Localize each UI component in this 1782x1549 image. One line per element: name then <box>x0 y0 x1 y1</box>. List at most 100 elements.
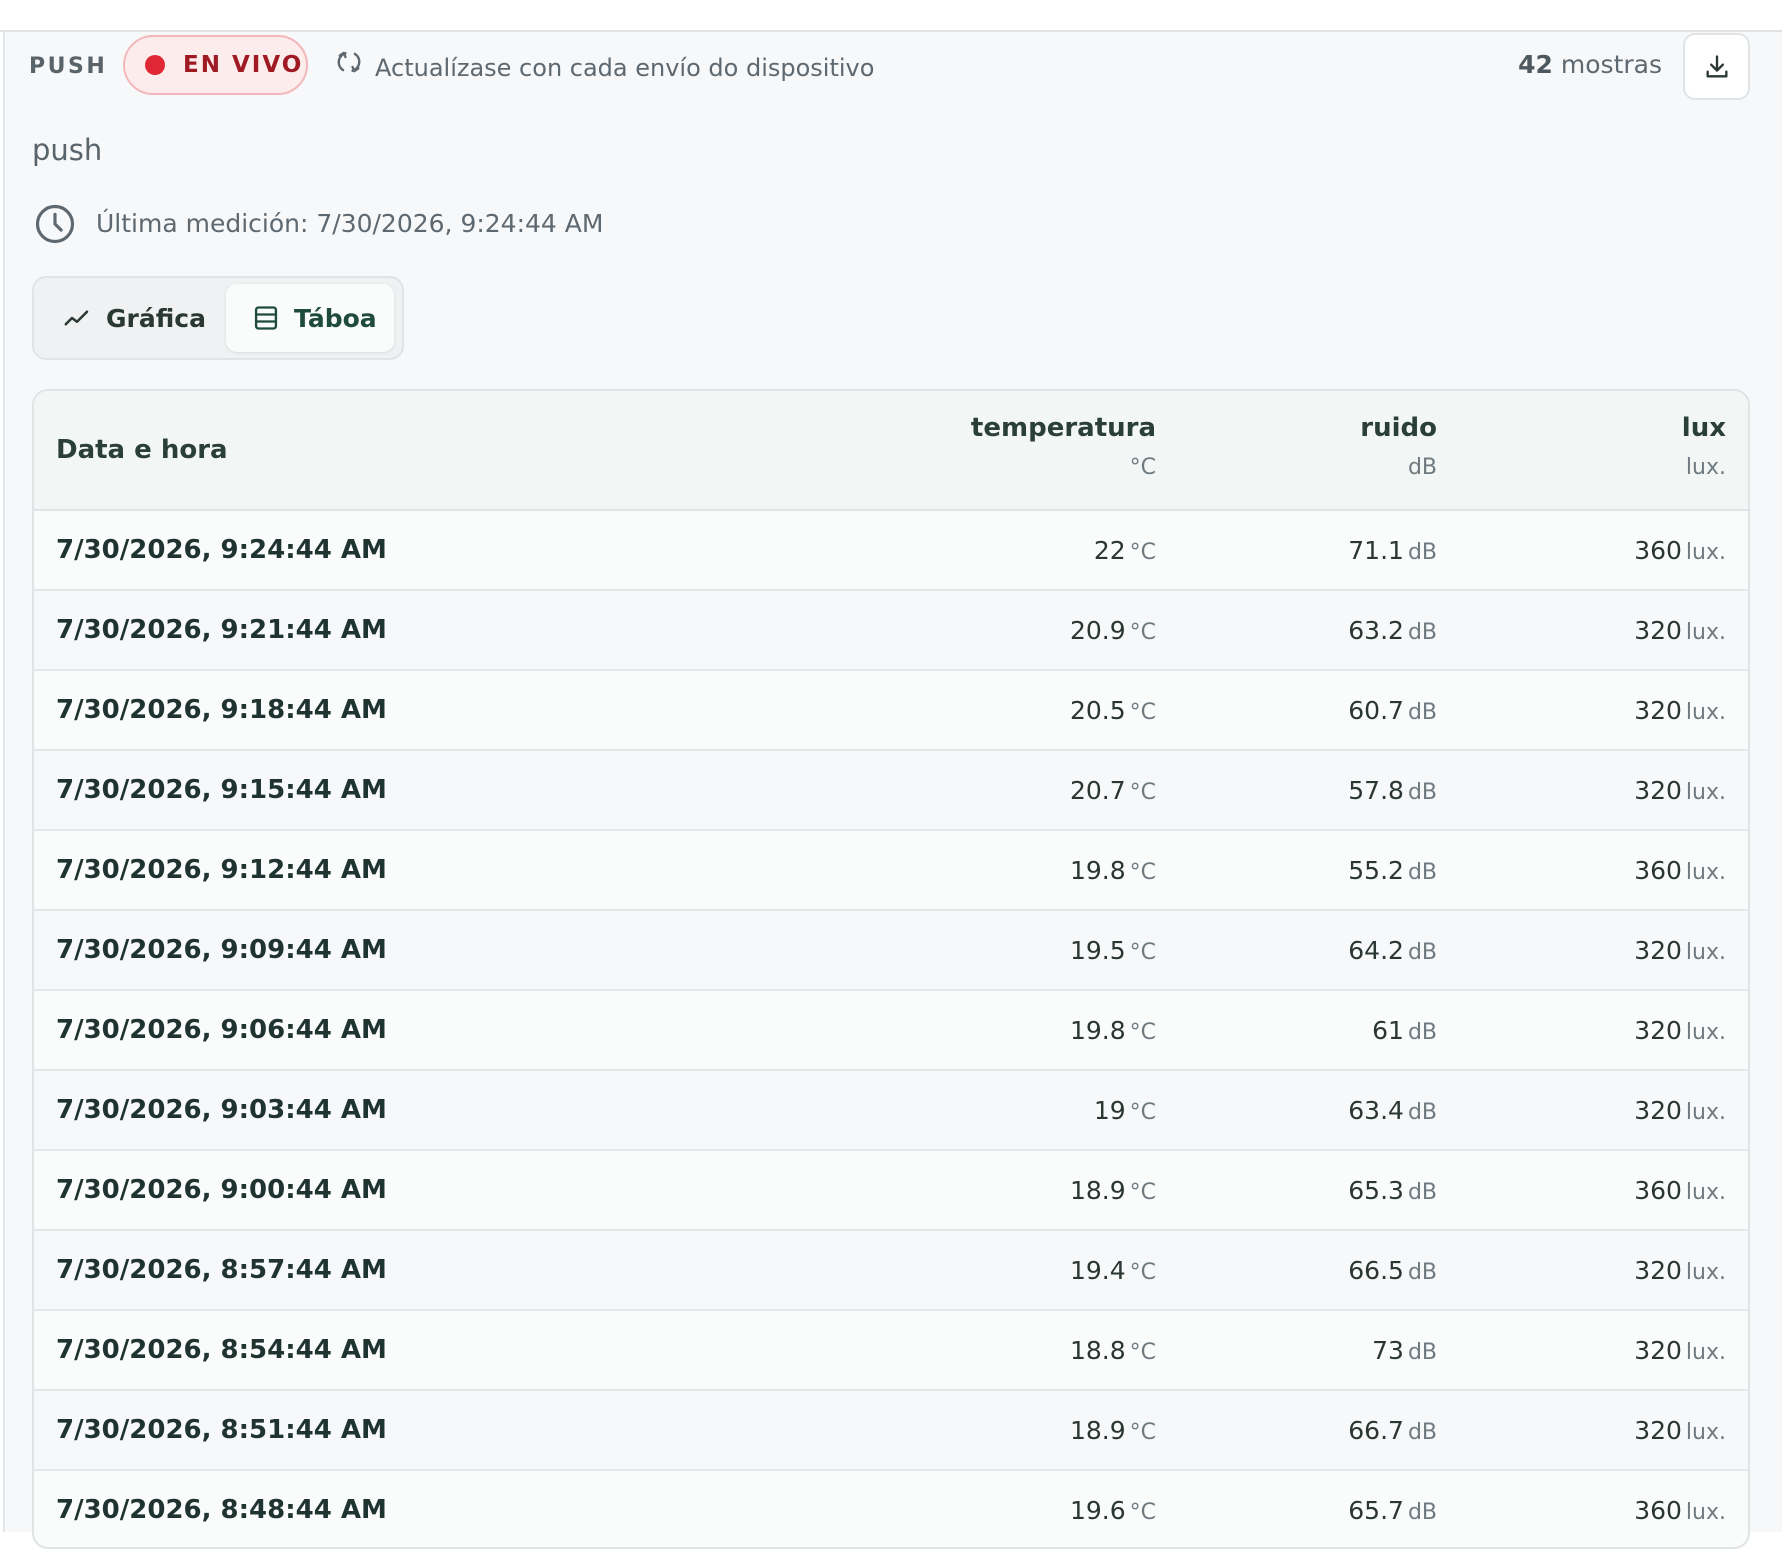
cell-temperatura: 19 °C <box>1094 1096 1156 1125</box>
cell-value: 320 <box>1634 1096 1682 1125</box>
cell-lux: 320 lux. <box>1634 696 1726 725</box>
cell-value: 320 <box>1634 616 1682 645</box>
cell-value: 18.9 <box>1069 1176 1126 1205</box>
cell-unit: dB <box>1407 620 1437 645</box>
cell-unit: lux. <box>1685 1020 1726 1045</box>
cell-value: 320 <box>1634 776 1682 805</box>
cell-unit: dB <box>1407 860 1437 885</box>
cell-ruido: 63.2 dB <box>1348 616 1437 645</box>
cell-ruido: 66.5 dB <box>1348 1256 1437 1285</box>
cell-value: 19.4 <box>1069 1256 1126 1285</box>
cell-value: 19 <box>1093 1096 1126 1125</box>
cell-value: 64.2 <box>1348 936 1404 965</box>
cell-unit: °C <box>1129 700 1156 725</box>
cell-unit: dB <box>1407 940 1437 965</box>
cell-unit: lux. <box>1685 780 1726 805</box>
cell-unit: °C <box>1129 1500 1156 1525</box>
cell-time: 7/30/2026, 8:51:44 AM <box>56 1415 387 1445</box>
cell-ruido: 55.2 dB <box>1348 856 1437 885</box>
cell-time: 7/30/2026, 9:24:44 AM <box>56 535 387 565</box>
column-name: lux <box>1681 413 1726 443</box>
cell-unit: °C <box>1129 540 1156 565</box>
column-header-temperatura[interactable]: temperatura °C <box>971 413 1156 480</box>
cell-unit: lux. <box>1685 860 1726 885</box>
cell-unit: °C <box>1129 780 1156 805</box>
cell-value: 65.7 <box>1348 1496 1404 1525</box>
cell-value: 20.9 <box>1069 616 1126 645</box>
column-unit: °C <box>1129 455 1156 480</box>
cell-temperatura: 18.8 °C <box>1070 1336 1156 1365</box>
cell-temperatura: 18.9 °C <box>1070 1416 1156 1445</box>
cell-time: 7/30/2026, 9:06:44 AM <box>56 1015 387 1045</box>
cell-unit: lux. <box>1685 700 1726 725</box>
cell-unit: dB <box>1407 1180 1437 1205</box>
table-row: 7/30/2026, 9:15:44 AM 20.7 °C 57.8 dB 320 lux. <box>34 751 1748 831</box>
cell-ruido: 64.2 dB <box>1348 936 1437 965</box>
column-header-time: Data e hora <box>56 435 228 465</box>
cell-unit: °C <box>1129 1180 1156 1205</box>
cell-value: 18.9 <box>1069 1416 1126 1445</box>
table-row: 7/30/2026, 9:21:44 AM 20.9 °C 63.2 dB 320 lux. <box>34 591 1748 671</box>
cell-unit: dB <box>1407 1420 1437 1445</box>
cell-time: 7/30/2026, 8:54:44 AM <box>56 1335 387 1365</box>
cell-value: 66.5 <box>1348 1256 1404 1285</box>
cell-value: 57.8 <box>1348 776 1404 805</box>
cell-value: 73 <box>1372 1336 1404 1365</box>
cell-ruido: 65.7 dB <box>1348 1496 1437 1525</box>
tab-chart[interactable]: Gráfica <box>62 284 206 352</box>
column-header-ruido[interactable]: ruido dB <box>1360 413 1437 480</box>
table-row: 7/30/2026, 8:51:44 AM 18.9 °C 66.7 dB 320 lux. <box>34 1391 1748 1471</box>
cell-time: 7/30/2026, 9:18:44 AM <box>56 695 387 725</box>
cell-time: 7/30/2026, 9:21:44 AM <box>56 615 387 645</box>
table-row: 7/30/2026, 9:09:44 AM 19.5 °C 64.2 dB 320 lux. <box>34 911 1748 991</box>
cell-lux: 360 lux. <box>1634 536 1726 565</box>
cell-value: 360 <box>1634 1496 1682 1525</box>
table-row: 7/30/2026, 9:06:44 AM 19.8 °C 61 dB 320 lux. <box>34 991 1748 1071</box>
table-row: 7/30/2026, 9:18:44 AM 20.5 °C 60.7 dB 320 lux. <box>34 671 1748 751</box>
cell-unit: lux. <box>1685 540 1726 565</box>
table-row: 7/30/2026, 9:03:44 AM 19 °C 63.4 dB 320 lux. <box>34 1071 1748 1151</box>
cell-value: 71.1 <box>1348 536 1404 565</box>
cell-unit: lux. <box>1685 1100 1726 1125</box>
cell-value: 360 <box>1634 536 1682 565</box>
cell-value: 19.8 <box>1069 1016 1126 1045</box>
cell-unit: °C <box>1129 940 1156 965</box>
cell-lux: 320 lux. <box>1634 1416 1726 1445</box>
column-header-lux[interactable]: lux lux. <box>1682 413 1726 480</box>
cell-temperatura: 20.5 °C <box>1070 696 1156 725</box>
download-icon <box>1706 54 1727 78</box>
cell-value: 320 <box>1634 1016 1682 1045</box>
tab-chart-label: Gráfica <box>106 303 206 333</box>
cell-value: 20.7 <box>1069 776 1126 805</box>
column-unit: dB <box>1407 455 1437 480</box>
refresh-note: Actualízase con cada envío do dispositiv… <box>375 54 875 82</box>
cell-temperatura: 22 °C <box>1094 536 1156 565</box>
table-row: 7/30/2026, 8:57:44 AM 19.4 °C 66.5 dB 320 lux. <box>34 1231 1748 1311</box>
cell-unit: lux. <box>1685 1180 1726 1205</box>
cell-value: 20.5 <box>1069 696 1126 725</box>
cell-lux: 320 lux. <box>1634 1336 1726 1365</box>
clock-icon <box>35 204 75 244</box>
cell-value: 55.2 <box>1348 856 1404 885</box>
cell-temperatura: 19.6 °C <box>1070 1496 1156 1525</box>
cell-time: 7/30/2026, 9:15:44 AM <box>56 775 387 805</box>
cell-unit: dB <box>1407 1020 1437 1045</box>
download-button[interactable] <box>1683 33 1750 100</box>
column-name: ruido <box>1360 413 1437 443</box>
cell-temperatura: 20.9 °C <box>1070 616 1156 645</box>
cell-value: 18.8 <box>1069 1336 1126 1365</box>
cell-lux: 320 lux. <box>1634 616 1726 645</box>
cell-ruido: 66.7 dB <box>1348 1416 1437 1445</box>
cell-unit: lux. <box>1685 1420 1726 1445</box>
cell-lux: 360 lux. <box>1634 1176 1726 1205</box>
cell-value: 19.5 <box>1069 936 1126 965</box>
cell-ruido: 61 dB <box>1372 1016 1437 1045</box>
cell-unit: lux. <box>1685 1260 1726 1285</box>
table-header: Data e hora temperatura °C ruido dB lux … <box>34 391 1748 511</box>
cell-value: 320 <box>1634 1336 1682 1365</box>
cell-temperatura: 19.4 °C <box>1070 1256 1156 1285</box>
cell-value: 60.7 <box>1348 696 1404 725</box>
tab-table[interactable]: Táboa <box>226 284 394 352</box>
cell-unit: dB <box>1407 540 1437 565</box>
cell-unit: lux. <box>1685 1340 1726 1365</box>
